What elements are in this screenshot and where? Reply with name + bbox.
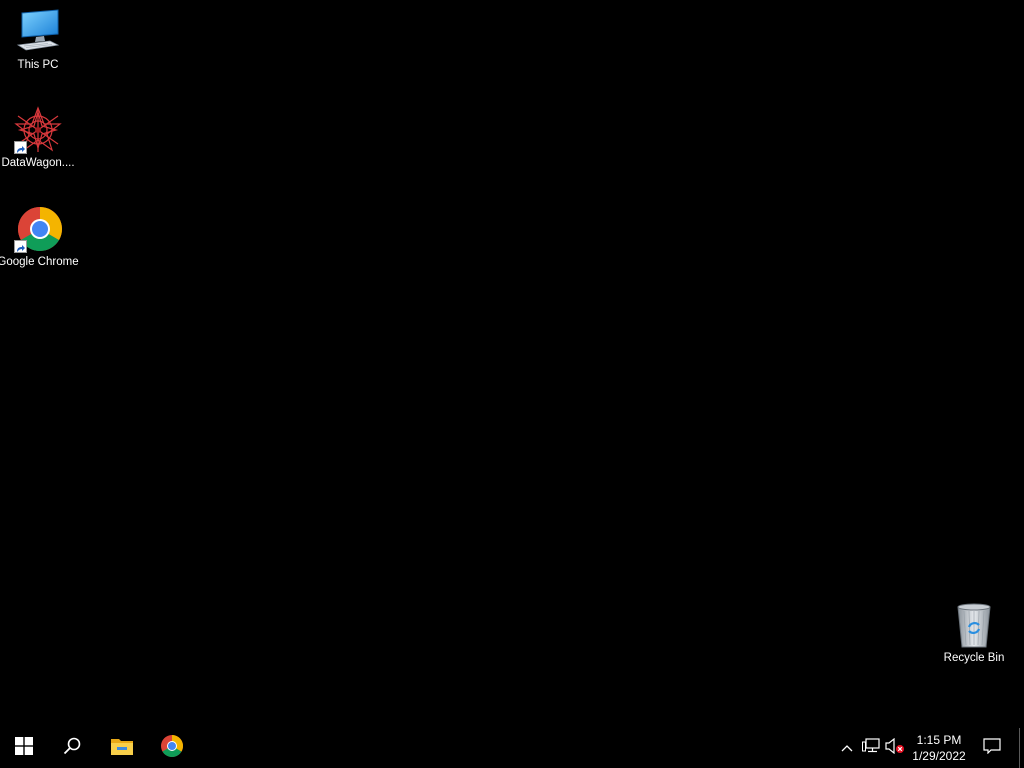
desktop-icon-label: Google Chrome — [0, 256, 79, 268]
shortcut-arrow-icon — [14, 240, 27, 253]
action-center-button[interactable] — [980, 728, 1004, 768]
desktop-icon-label: This PC — [17, 59, 59, 71]
taskbar-clock[interactable]: 1:15 PM 1/29/2022 — [906, 728, 972, 768]
search-icon — [63, 737, 81, 760]
recycle-bin-icon — [950, 601, 998, 649]
volume-muted-icon — [885, 737, 905, 759]
chevron-up-icon — [841, 739, 853, 757]
desktop-icon-label: Recycle Bin — [943, 652, 1005, 664]
desktop-icon-label: DataWagon.... — [1, 157, 75, 169]
show-desktop-button[interactable] — [1019, 728, 1024, 768]
taskbar: 1:15 PM 1/29/2022 — [0, 728, 1024, 768]
search-button[interactable] — [48, 728, 96, 768]
network-icon — [862, 737, 880, 759]
start-button[interactable] — [0, 728, 48, 768]
chrome-icon — [14, 205, 62, 253]
chrome-icon — [160, 734, 184, 763]
file-explorer-icon — [110, 736, 134, 761]
clock-date: 1/29/2022 — [912, 749, 966, 763]
taskbar-google-chrome[interactable] — [148, 728, 196, 768]
shortcut-arrow-icon — [14, 141, 27, 154]
volume-tray-button[interactable] — [884, 728, 906, 768]
clock-time: 1:15 PM — [916, 733, 962, 747]
desktop-icon-google-chrome[interactable]: Google Chrome — [0, 205, 79, 269]
desktop-icon-recycle-bin[interactable]: Recycle Bin — [936, 601, 1012, 665]
windows-start-icon — [15, 736, 33, 760]
action-center-icon — [983, 737, 1001, 759]
this-pc-icon — [14, 8, 62, 56]
desktop-icon-this-pc[interactable]: This PC — [0, 8, 76, 72]
datawagon-icon — [14, 106, 62, 154]
network-tray-button[interactable] — [860, 728, 882, 768]
desktop-icon-datawagon[interactable]: DataWagon.... — [0, 106, 76, 170]
show-hidden-icons-button[interactable] — [836, 728, 858, 768]
desktop[interactable]: This PC DataWagon.... Google Chrome Recy… — [0, 0, 1024, 728]
taskbar-file-explorer[interactable] — [98, 728, 146, 768]
